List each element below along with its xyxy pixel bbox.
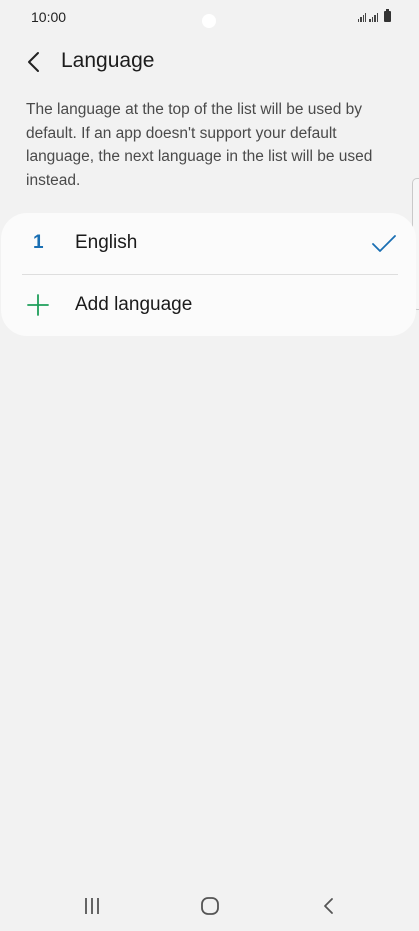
header: Language (0, 40, 419, 82)
status-time: 10:00 (31, 9, 67, 25)
checkmark-icon (372, 235, 396, 252)
plus-icon (27, 294, 49, 316)
language-priority-number: 1 (33, 232, 44, 253)
navigation-bar (0, 880, 419, 931)
battery-icon (384, 9, 391, 22)
language-list-card: 1 English Add language (1, 213, 416, 336)
language-name: English (75, 232, 138, 253)
back-button[interactable] (20, 48, 48, 76)
nav-back-button[interactable] (318, 895, 338, 917)
language-item-english[interactable]: 1 English (1, 213, 416, 274)
signal-icon-2 (369, 12, 378, 22)
signal-icon (357, 12, 367, 22)
description-text: The language at the top of the list will… (26, 101, 373, 189)
status-icons (357, 9, 391, 22)
home-button[interactable] (199, 895, 221, 917)
chevron-left-icon (28, 52, 39, 72)
status-bar: 10:00 (0, 0, 419, 36)
camera-cutout (202, 14, 216, 28)
back-icon (324, 898, 333, 914)
add-language-label: Add language (75, 294, 193, 315)
recents-button[interactable] (80, 896, 104, 916)
home-icon (201, 897, 219, 915)
add-language-button[interactable]: Add language (1, 275, 416, 336)
recents-icon (85, 898, 99, 914)
page-title: Language (61, 49, 155, 72)
